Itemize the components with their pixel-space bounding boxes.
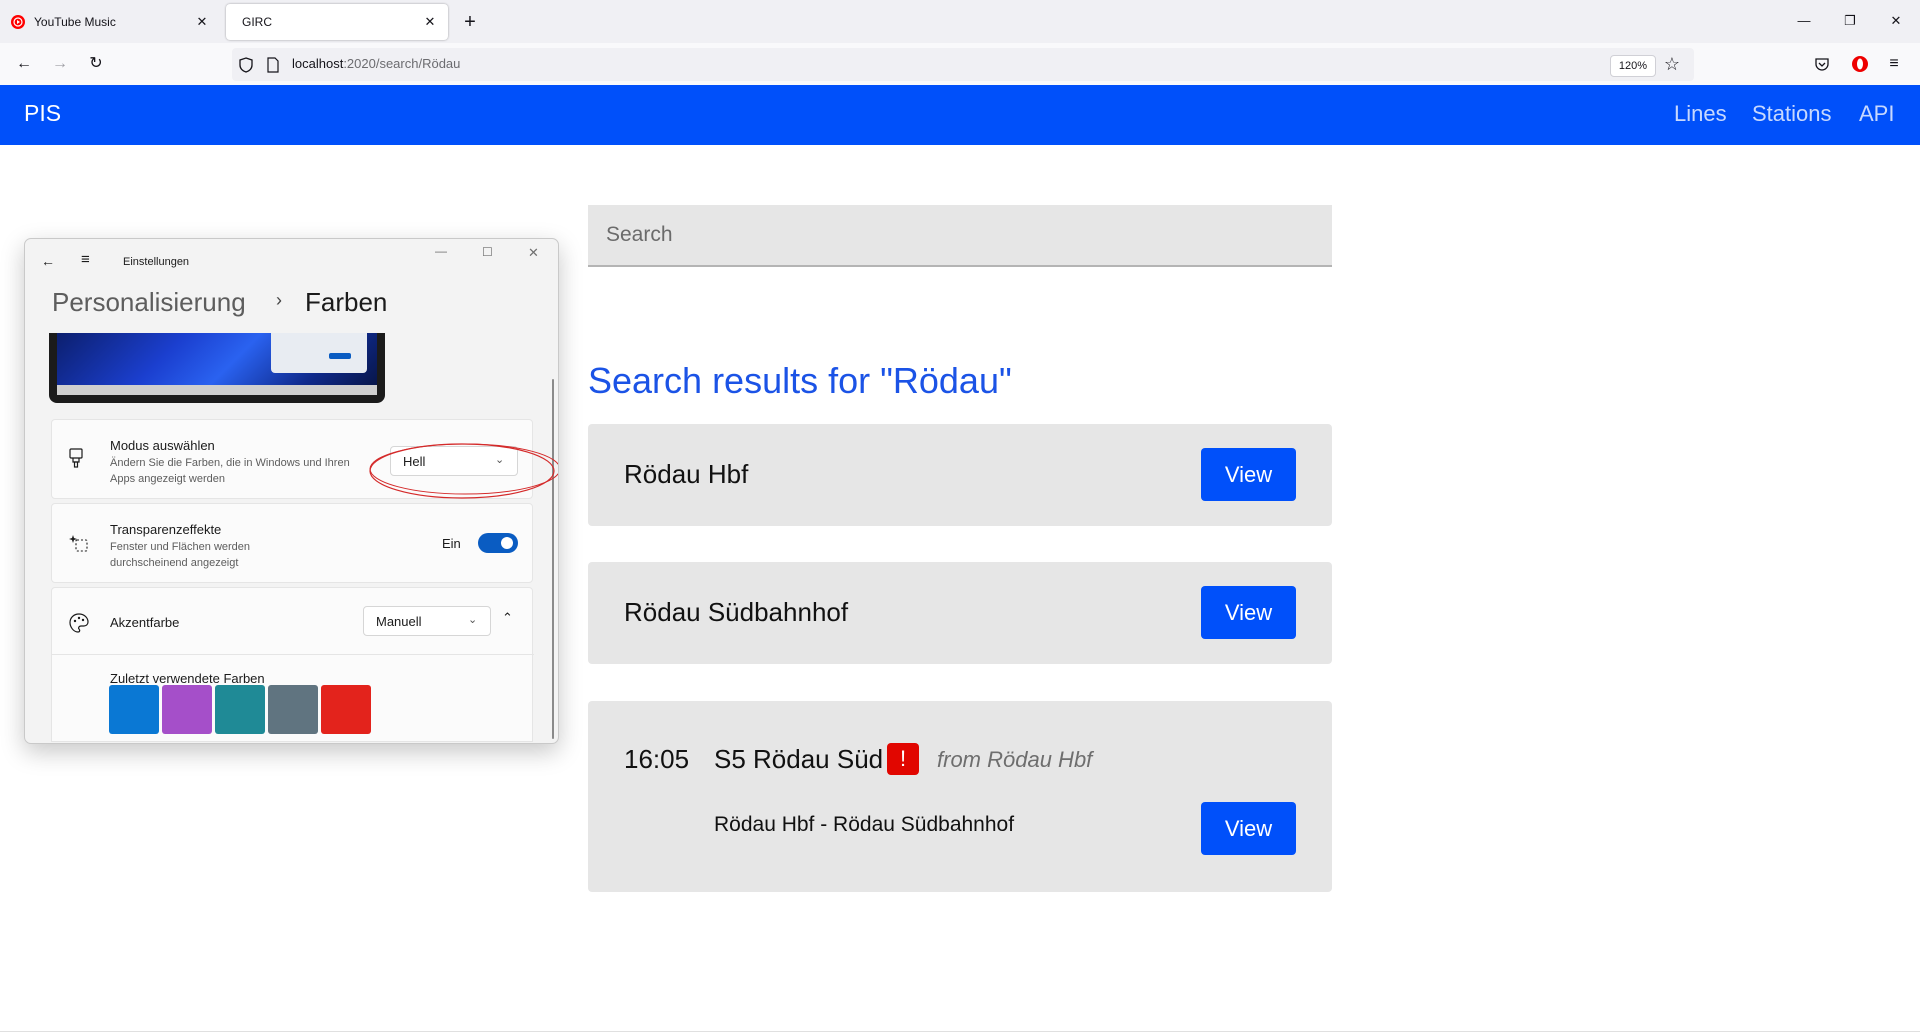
back-icon[interactable]: ← <box>12 52 36 76</box>
page-bottom-border <box>0 1031 1920 1032</box>
breadcrumb-parent[interactable]: Personalisierung <box>52 287 246 318</box>
search-input[interactable] <box>588 205 1332 267</box>
color-swatch[interactable] <box>162 685 212 734</box>
transparency-description: Fenster und Flächen werden durchscheinen… <box>110 541 251 569</box>
departure-route: Rödau Hbf - Rödau Südbahnhof <box>714 813 1015 836</box>
dropdown-value: Manuell <box>376 614 422 629</box>
alert-badge[interactable]: ! <box>887 743 919 775</box>
minimize-icon[interactable]: — <box>435 244 447 258</box>
nav-link-stations[interactable]: Stations <box>1752 101 1832 127</box>
tab-title: GIRC <box>242 15 272 29</box>
station-name: Rödau Südbahnhof <box>624 597 849 627</box>
pocket-icon[interactable] <box>1814 56 1830 72</box>
palette-icon <box>69 613 89 633</box>
result-card: Rödau Südbahnhof View <box>588 562 1332 664</box>
nav-link-lines[interactable]: Lines <box>1674 101 1727 127</box>
color-swatch[interactable] <box>215 685 265 734</box>
page-icon <box>267 57 279 73</box>
color-swatch[interactable] <box>268 685 318 734</box>
site-brand[interactable]: PIS <box>24 100 61 127</box>
hamburger-menu-icon[interactable]: ≡ <box>81 251 90 268</box>
transparency-toggle[interactable] <box>478 533 518 553</box>
view-button[interactable]: View <box>1201 448 1296 501</box>
departure-card: 16:05 S5 Rödau Süd ! from Rödau Hbf Röda… <box>588 701 1332 892</box>
accent-dropdown[interactable]: Manuell ⌄ <box>363 606 491 636</box>
tab-youtube-music[interactable]: YouTube Music ✕ <box>2 4 220 40</box>
transparency-label: Transparenzeffekte <box>110 522 222 537</box>
toggle-state-label: Ein <box>442 536 461 551</box>
close-icon[interactable]: ✕ <box>528 245 539 261</box>
color-swatch[interactable] <box>321 685 371 734</box>
color-swatch[interactable] <box>109 685 159 734</box>
page-title: Farben <box>305 287 388 317</box>
paintbrush-icon <box>69 448 83 468</box>
station-name: Rödau Hbf <box>624 459 749 489</box>
result-card: Rödau Hbf View <box>588 424 1332 526</box>
opera-extension-icon[interactable] <box>1851 55 1869 73</box>
url-text[interactable]: localhost:2020/search/Rödau <box>292 56 460 71</box>
site-header <box>0 85 1920 145</box>
reload-icon[interactable]: ↻ <box>84 52 108 76</box>
collapse-chevron-up-icon[interactable]: ⌃ <box>502 610 513 626</box>
minimize-icon[interactable]: — <box>1784 8 1824 34</box>
back-icon[interactable]: ← <box>41 253 55 269</box>
mode-description: Ändern Sie die Farben, die in Windows un… <box>110 457 350 485</box>
settings-window: ← ≡ Einstellungen — ☐ ✕ Personalisierung… <box>24 238 559 744</box>
tab-title: YouTube Music <box>34 15 116 29</box>
bookmark-star-icon[interactable]: ☆ <box>1660 52 1684 76</box>
maximize-icon[interactable]: ☐ <box>482 245 493 259</box>
new-tab-button[interactable]: + <box>458 10 482 34</box>
youtube-music-icon <box>11 15 25 29</box>
view-button[interactable]: View <box>1201 586 1296 639</box>
nav-link-api[interactable]: API <box>1859 101 1894 127</box>
close-tab-icon[interactable]: ✕ <box>420 14 440 30</box>
shield-icon[interactable] <box>238 57 254 73</box>
close-window-icon[interactable]: ✕ <box>1876 8 1916 34</box>
scrollbar[interactable] <box>552 379 554 739</box>
mode-label: Modus auswählen <box>110 438 215 453</box>
sparkle-transparency-icon <box>69 535 88 552</box>
results-heading: Search results for "Rödau" <box>588 360 1012 401</box>
departure-time: 16:05 <box>624 744 690 774</box>
recent-colors-label: Zuletzt verwendete Farben <box>110 671 265 686</box>
theme-preview-image <box>49 333 385 403</box>
close-tab-icon[interactable]: ✕ <box>192 14 212 30</box>
zoom-level-badge[interactable]: 120% <box>1610 55 1656 77</box>
chevron-right-icon: › <box>276 290 282 310</box>
train-line: S5 Rödau Süd <box>714 744 884 774</box>
divider <box>52 654 534 655</box>
menu-icon[interactable]: ≡ <box>1882 52 1906 76</box>
annotation-circle <box>369 443 558 499</box>
departure-origin: from Rödau Hbf <box>937 747 1093 772</box>
transparency-setting-row: Transparenzeffekte Fenster und Flächen w… <box>51 503 533 583</box>
window-title: Einstellungen <box>123 256 190 268</box>
accent-label: Akzentfarbe <box>110 615 180 630</box>
tab-girc[interactable]: GIRC ✕ <box>226 4 448 40</box>
restore-icon[interactable]: ❐ <box>1830 8 1870 34</box>
view-button[interactable]: View <box>1201 802 1296 855</box>
chevron-down-icon: ⌄ <box>468 614 478 626</box>
forward-icon[interactable]: → <box>48 52 72 76</box>
